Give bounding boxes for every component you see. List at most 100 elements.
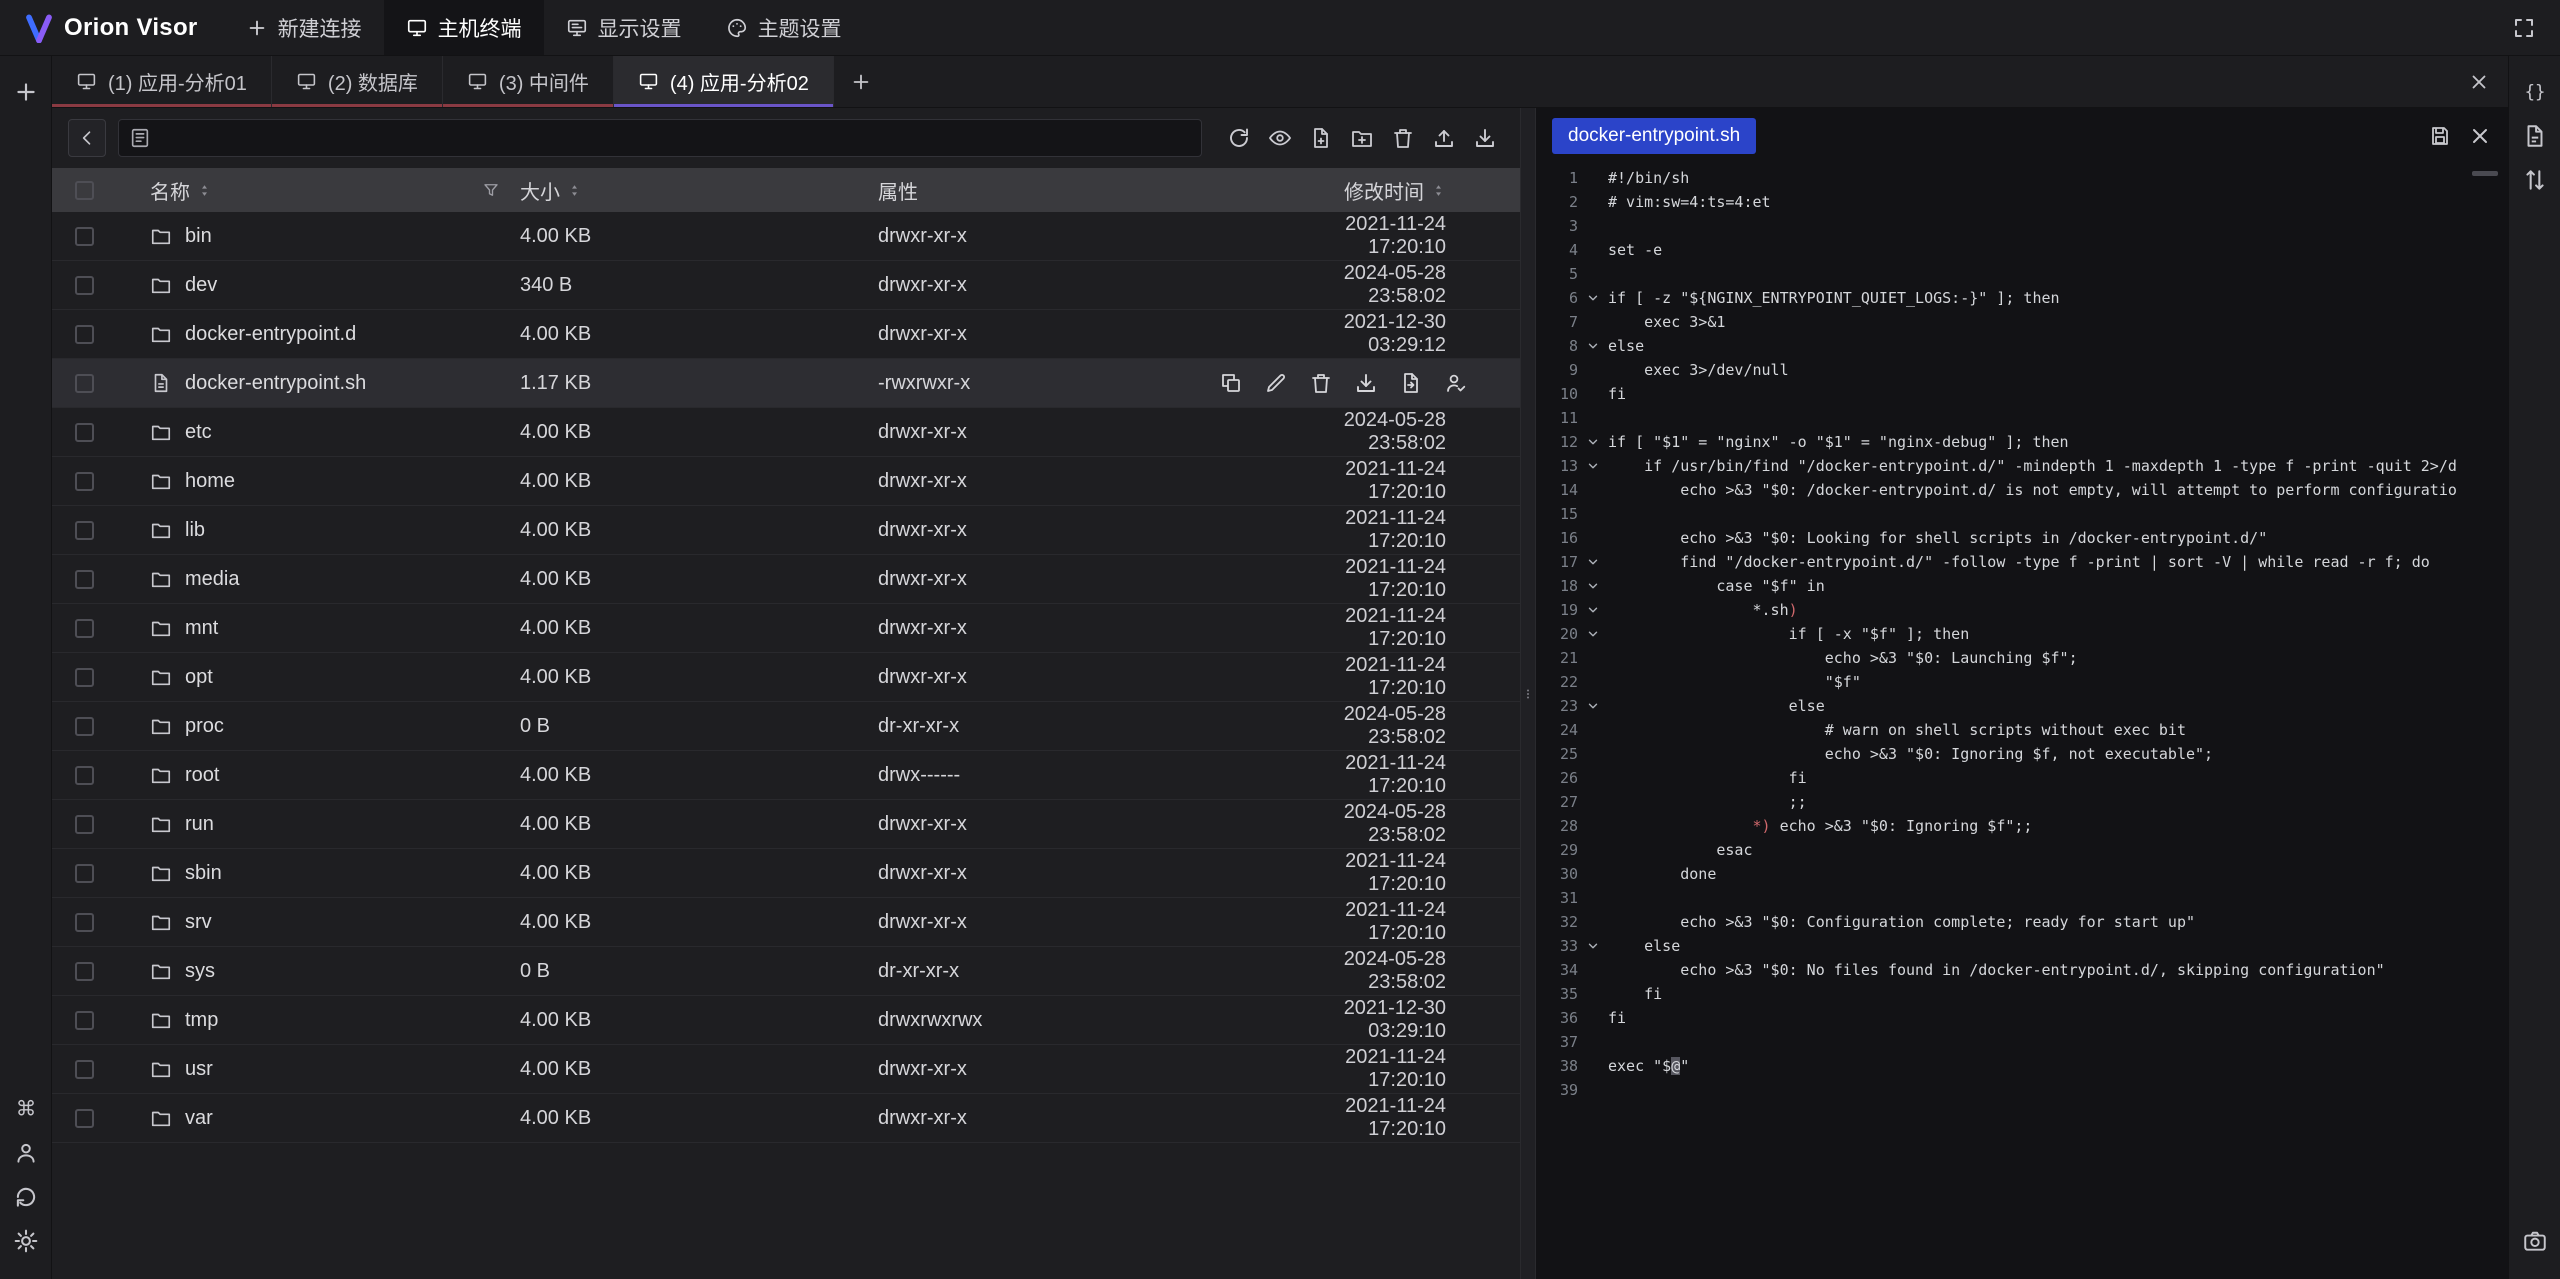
fold-toggle[interactable] [1578,603,1608,617]
save-button[interactable] [2428,124,2452,148]
user-button[interactable] [8,1135,44,1171]
row-checkbox[interactable] [75,864,94,883]
code-editor[interactable]: 1#!/bin/sh2# vim:sw=4:ts=4:et34set -e56i… [1536,164,2508,1279]
menu-item-display-settings[interactable]: 显示设置 [544,0,704,55]
code-line: 34 echo >&3 "$0: No files found in /dock… [1536,958,2508,982]
filter-button[interactable] [482,181,500,199]
row-checkbox[interactable] [75,913,94,932]
select-all-checkbox[interactable] [75,181,94,200]
fold-toggle[interactable] [1578,555,1608,569]
snippets-button[interactable] [2517,74,2553,110]
settings-button[interactable] [8,1223,44,1259]
permission-button[interactable] [1444,371,1468,395]
fold-toggle[interactable] [1578,459,1608,473]
table-row[interactable]: docker-entrypoint.sh1.17 KB-rwxrwxr-x [52,359,1520,408]
back-button[interactable] [68,119,106,157]
row-checkbox[interactable] [75,717,94,736]
add-tab-button[interactable] [834,56,888,107]
sort-button[interactable] [197,183,212,198]
panel-resize-handle[interactable] [1520,108,1536,1279]
code-text: esac [1608,841,1753,859]
tab-4[interactable]: (4) 应用-分析02 [614,56,834,107]
table-row[interactable]: srv4.00 KBdrwxr-xr-x2021-11-24 17:20:10 [52,898,1520,947]
download-button[interactable] [1468,121,1502,155]
table-row[interactable]: lib4.00 KBdrwxr-xr-x2021-11-24 17:20:10 [52,506,1520,555]
close-editor-button[interactable] [2468,124,2492,148]
fullscreen-button[interactable] [2506,10,2542,46]
move-button[interactable] [1399,371,1423,395]
table-row[interactable]: etc4.00 KBdrwxr-xr-x2024-05-28 23:58:02 [52,408,1520,457]
sort-button[interactable] [1431,183,1446,198]
row-checkbox[interactable] [75,815,94,834]
edit-button[interactable] [1264,371,1288,395]
fold-toggle[interactable] [1578,291,1608,305]
row-checkbox[interactable] [75,423,94,442]
new-file-button[interactable] [1304,121,1338,155]
table-row[interactable]: usr4.00 KBdrwxr-xr-x2021-11-24 17:20:10 [52,1045,1520,1094]
row-checkbox[interactable] [75,766,94,785]
download-button[interactable] [1354,371,1378,395]
table-row[interactable]: bin4.00 KBdrwxr-xr-x2021-11-24 17:20:10 [52,212,1520,261]
row-checkbox[interactable] [75,325,94,344]
delete-button[interactable] [1309,371,1333,395]
transfer-list-button[interactable] [2517,162,2553,198]
row-checkbox[interactable] [75,227,94,246]
table-row[interactable]: home4.00 KBdrwxr-xr-x2021-11-24 17:20:10 [52,457,1520,506]
table-row[interactable]: mnt4.00 KBdrwxr-xr-x2021-11-24 17:20:10 [52,604,1520,653]
upload-button[interactable] [1427,121,1461,155]
row-checkbox[interactable] [75,962,94,981]
file-attr: drwxr-xr-x [866,1058,1336,1081]
fold-toggle[interactable] [1578,699,1608,713]
menu-item-new-connection[interactable]: 新建连接 [224,0,384,55]
row-checkbox[interactable] [75,1109,94,1128]
download-icon [1354,371,1378,395]
table-row[interactable]: var4.00 KBdrwxr-xr-x2021-11-24 17:20:10 [52,1094,1520,1143]
row-checkbox[interactable] [75,276,94,295]
shortcut-keys-button[interactable] [8,1091,44,1127]
tab-3[interactable]: (3) 中间件 [443,56,614,107]
row-checkbox[interactable] [75,472,94,491]
table-row[interactable]: run4.00 KBdrwxr-xr-x2024-05-28 23:58:02 [52,800,1520,849]
row-checkbox[interactable] [75,619,94,638]
fold-toggle[interactable] [1578,579,1608,593]
table-row[interactable]: tmp4.00 KBdrwxrwxrwx2021-12-30 03:29:10 [52,996,1520,1045]
table-row[interactable]: media4.00 KBdrwxr-xr-x2021-11-24 17:20:1… [52,555,1520,604]
table-row[interactable]: docker-entrypoint.d4.00 KBdrwxr-xr-x2021… [52,310,1520,359]
sftp-files-button[interactable] [2517,118,2553,154]
tab-1[interactable]: (1) 应用-分析01 [52,56,272,107]
fold-toggle[interactable] [1578,939,1608,953]
sort-button[interactable] [567,183,582,198]
new-terminal-button[interactable] [8,74,44,110]
close-panel-button[interactable] [2450,56,2508,107]
copy-path-button[interactable] [1219,371,1243,395]
tab-2[interactable]: (2) 数据库 [272,56,443,107]
row-checkbox[interactable] [75,570,94,589]
editor-file-tab[interactable]: docker-entrypoint.sh [1552,118,1756,154]
fold-toggle[interactable] [1578,339,1608,353]
new-folder-button[interactable] [1345,121,1379,155]
row-checkbox[interactable] [75,668,94,687]
table-row[interactable]: sys0 Bdr-xr-xr-x2024-05-28 23:58:02 [52,947,1520,996]
table-row[interactable]: opt4.00 KBdrwxr-xr-x2021-11-24 17:20:10 [52,653,1520,702]
menu-item-host-terminal[interactable]: 主机终端 [384,0,544,55]
table-row[interactable]: sbin4.00 KBdrwxr-xr-x2021-11-24 17:20:10 [52,849,1520,898]
fold-toggle[interactable] [1578,627,1608,641]
remove-button[interactable] [1386,121,1420,155]
screenshot-button[interactable] [2517,1223,2553,1259]
table-row[interactable]: proc0 Bdr-xr-xr-x2024-05-28 23:58:02 [52,702,1520,751]
auto-sync-button[interactable] [8,1179,44,1215]
row-checkbox[interactable] [75,1011,94,1030]
refresh-button[interactable] [1222,121,1256,155]
table-row[interactable]: root4.00 KBdrwx------2021-11-24 17:20:10 [52,751,1520,800]
show-hidden-button[interactable] [1263,121,1297,155]
table-row[interactable]: dev340 Bdrwxr-xr-x2024-05-28 23:58:02 [52,261,1520,310]
row-checkbox-cell [52,962,116,981]
editor-scrollbar[interactable] [2472,171,2498,176]
path-input[interactable] [118,119,1202,157]
menu-item-theme-settings[interactable]: 主题设置 [704,0,864,55]
row-checkbox[interactable] [75,374,94,393]
fold-toggle[interactable] [1578,435,1608,449]
row-checkbox[interactable] [75,1060,94,1079]
row-checkbox[interactable] [75,521,94,540]
file-name-cell: opt [116,666,516,689]
